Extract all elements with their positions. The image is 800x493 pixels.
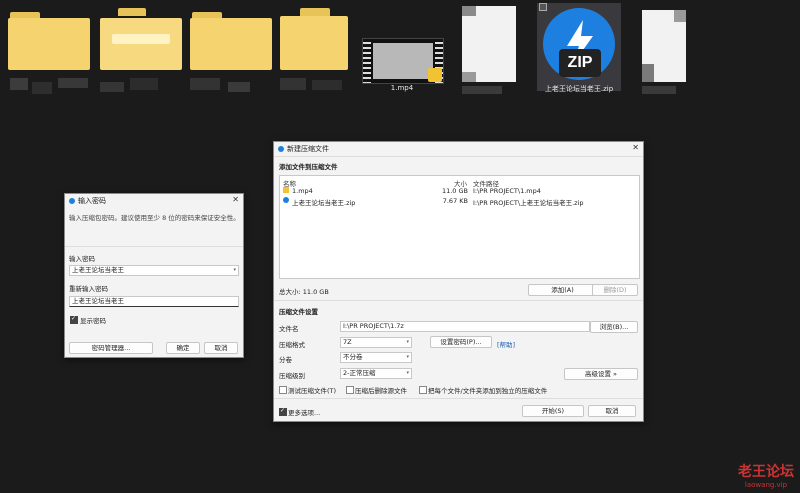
password-dialog-title: 输入密码 xyxy=(78,196,106,205)
add-files-section-title: 添加文件到压缩文件 xyxy=(279,163,338,171)
zip-badge: ZIP xyxy=(559,49,601,77)
split-label: 分卷 xyxy=(279,356,292,364)
file-path: I:\PR PROJECT\1.mp4 xyxy=(473,187,541,195)
test-archive-checkbox[interactable] xyxy=(279,386,287,394)
selection-checkbox[interactable] xyxy=(539,3,547,11)
password-manager-button[interactable]: 密码管理器... xyxy=(69,342,153,354)
close-icon[interactable]: ✕ xyxy=(632,143,639,152)
browse-button[interactable]: 浏览(B)... xyxy=(590,321,638,333)
enter-password-value: 上老王论坛当老王 xyxy=(72,266,124,274)
split-select[interactable]: 不分卷 ▾ xyxy=(340,352,412,363)
zip-file-label: 上老王论坛当老王.zip xyxy=(544,85,614,93)
format-label: 压缩格式 xyxy=(279,341,305,349)
table-row[interactable]: 上老王论坛当老王.zip 7.67 KB I:\PR PROJECT\上老王论坛… xyxy=(280,196,639,207)
format-select[interactable]: 7Z ▾ xyxy=(340,337,412,348)
file-name: 1.mp4 xyxy=(292,187,313,195)
close-icon[interactable]: ✕ xyxy=(232,195,239,204)
reenter-password-value: 上老王论坛当老王 xyxy=(72,297,124,305)
watermark-sub: laowang.vip xyxy=(744,481,788,489)
ok-button[interactable]: 确定 xyxy=(166,342,200,354)
app-logo-icon xyxy=(278,145,284,152)
video-file-icon xyxy=(283,187,289,193)
level-label: 压缩级别 xyxy=(279,372,305,380)
reenter-password-field[interactable]: 上老王论坛当老王 xyxy=(69,296,239,307)
video-file-label: 1.mp4 xyxy=(390,84,414,92)
show-password-label: 显示密码 xyxy=(80,317,106,325)
cancel-button[interactable]: 取消 xyxy=(588,405,636,417)
more-options-checkbox[interactable] xyxy=(279,407,287,416)
cancel-button[interactable]: 取消 xyxy=(204,342,238,354)
total-size: 总大小: 11.0 GB xyxy=(279,288,329,296)
password-dialog-titlebar: 输入密码 xyxy=(65,194,243,207)
delete-source-checkbox[interactable] xyxy=(346,386,354,394)
table-row[interactable]: 1.mp4 11.0 GB I:\PR PROJECT\1.mp4 xyxy=(280,186,639,196)
separate-archives-checkbox[interactable] xyxy=(419,386,427,394)
advanced-settings-button[interactable]: 高级设置 » xyxy=(564,368,638,380)
delete-button[interactable]: 删除(D) xyxy=(592,284,638,296)
watermark: 老王论坛 laowang.vip xyxy=(738,461,794,489)
file-list[interactable]: 名称 大小 文件路径 1.mp4 11.0 GB I:\PR PROJECT\1… xyxy=(279,175,640,279)
add-button[interactable]: 添加(A) xyxy=(528,284,597,296)
password-hint: 输入压缩包密码。建议使用至少 8 位的密码来保证安全性。 xyxy=(69,214,240,222)
video-badge-icon xyxy=(428,68,442,82)
more-options-label[interactable]: 更多选项... xyxy=(288,407,320,417)
level-select[interactable]: 2-正常压缩 ▾ xyxy=(340,368,412,379)
set-password-button[interactable]: 设置密码(P)... xyxy=(430,336,492,348)
test-archive-label: 测试压缩文件(T) xyxy=(288,387,337,395)
file-name: 上老王论坛当老王.zip xyxy=(292,199,356,207)
start-button[interactable]: 开始(S) xyxy=(522,405,584,417)
separate-archives-label: 把每个文件/文件夹添加到独立的压缩文件 xyxy=(428,387,548,395)
filename-label: 文件名 xyxy=(279,325,299,333)
password-dialog: 输入密码 ✕ 输入压缩包密码。建议使用至少 8 位的密码来保证安全性。 输入密码… xyxy=(64,193,244,358)
enter-password-field[interactable]: 上老王论坛当老王 ▾ xyxy=(69,265,239,276)
compress-dialog-titlebar: 新建压缩文件 xyxy=(274,142,643,155)
level-value: 2-正常压缩 xyxy=(343,369,376,377)
zip-file-icon xyxy=(283,197,289,203)
chevron-down-icon: ▾ xyxy=(406,339,409,345)
compress-dialog: 新建压缩文件 ✕ 添加文件到压缩文件 名称 大小 文件路径 1.mp4 11.0… xyxy=(273,141,644,422)
help-link[interactable]: [帮助] xyxy=(497,339,515,349)
format-value: 7Z xyxy=(343,338,352,346)
filename-input[interactable]: I:\PR PROJECT\1.7z xyxy=(340,321,590,332)
app-logo-icon xyxy=(69,197,75,204)
show-password-checkbox[interactable] xyxy=(70,315,78,324)
settings-section-title: 压缩文件设置 xyxy=(279,308,318,316)
enter-password-label: 输入密码 xyxy=(69,255,95,263)
chevron-down-icon: ▾ xyxy=(406,370,409,376)
delete-source-label: 压缩后删除源文件 xyxy=(355,387,407,395)
file-size: 7.67 KB xyxy=(442,197,468,205)
split-value: 不分卷 xyxy=(343,353,363,361)
file-path: I:\PR PROJECT\上老王论坛当老王.zip xyxy=(473,199,584,207)
file-size: 11.0 GB xyxy=(441,187,468,195)
chevron-down-icon[interactable]: ▾ xyxy=(233,266,236,275)
chevron-down-icon: ▾ xyxy=(406,354,409,360)
compress-dialog-title: 新建压缩文件 xyxy=(287,144,329,153)
reenter-password-label: 重新输入密码 xyxy=(69,285,108,293)
watermark-main: 老王论坛 xyxy=(738,464,794,480)
